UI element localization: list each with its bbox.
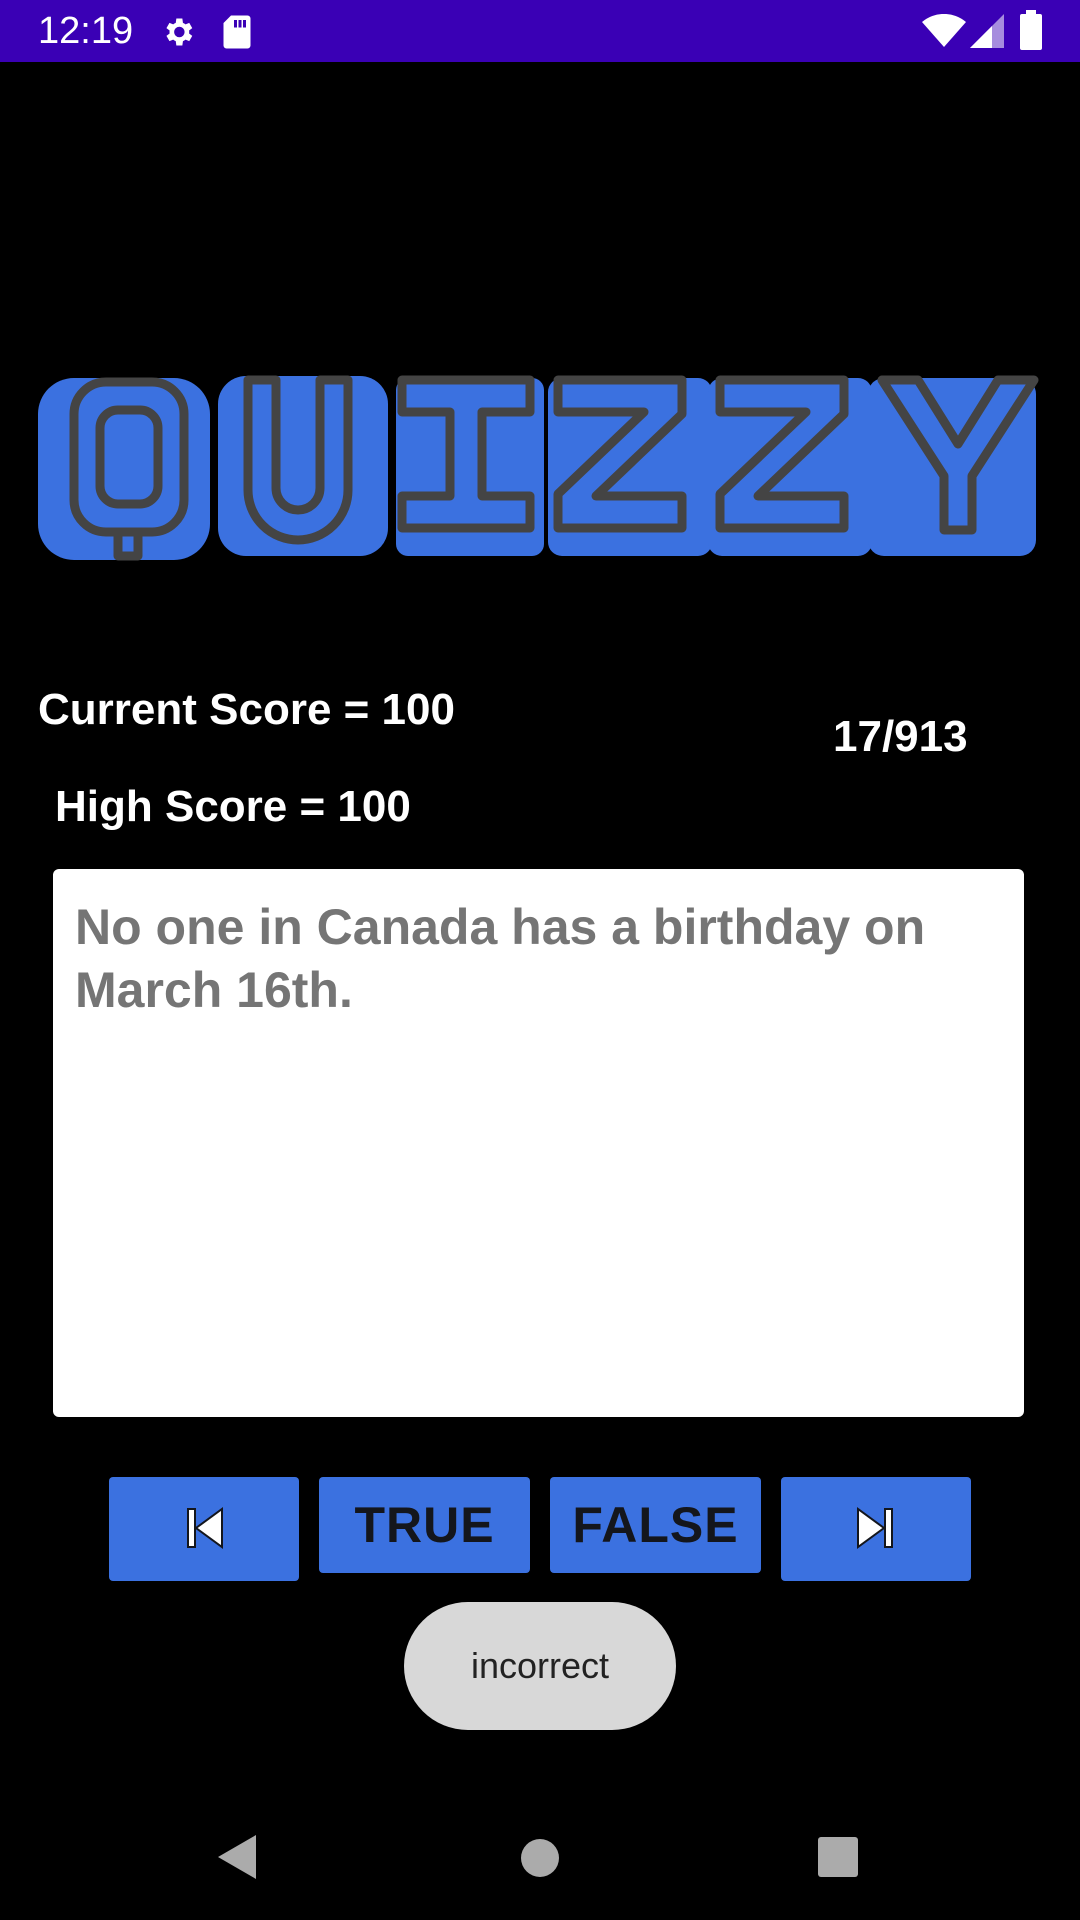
skip-previous-icon bbox=[182, 1505, 226, 1554]
high-score: High Score = 100 bbox=[55, 782, 411, 831]
next-question-button[interactable] bbox=[781, 1477, 971, 1581]
question-box: No one in Canada has a birthday on March… bbox=[53, 869, 1024, 1417]
question-progress: 17/913 bbox=[833, 712, 968, 761]
quizzy-logo bbox=[36, 370, 1040, 575]
recents-icon[interactable] bbox=[818, 1837, 858, 1882]
true-button[interactable]: TRUE bbox=[319, 1477, 530, 1573]
quizzy-logo-graphic bbox=[38, 375, 1039, 561]
back-icon[interactable] bbox=[216, 1833, 258, 1886]
skip-next-icon bbox=[854, 1505, 898, 1554]
status-bar: 12:19 bbox=[0, 0, 1080, 62]
toast-text: incorrect bbox=[470, 1645, 610, 1686]
battery-icon bbox=[1020, 10, 1042, 55]
false-button[interactable]: FALSE bbox=[550, 1477, 761, 1573]
sd-card-icon bbox=[222, 14, 252, 55]
previous-question-button[interactable] bbox=[109, 1477, 299, 1581]
settings-icon bbox=[160, 14, 196, 55]
app-screen: 12:19 Current Score = 100 High Score = 1… bbox=[0, 0, 1080, 1920]
current-score: Current Score = 100 bbox=[38, 685, 455, 734]
question-text: No one in Canada has a birthday on March… bbox=[75, 899, 926, 1018]
true-button-label: TRUE bbox=[354, 1497, 495, 1553]
toast-message: incorrect bbox=[404, 1602, 676, 1730]
signal-icon bbox=[970, 14, 1004, 53]
home-icon[interactable] bbox=[520, 1838, 560, 1883]
status-time: 12:19 bbox=[38, 10, 134, 52]
wifi-icon bbox=[922, 13, 966, 53]
false-button-label: FALSE bbox=[572, 1497, 739, 1553]
